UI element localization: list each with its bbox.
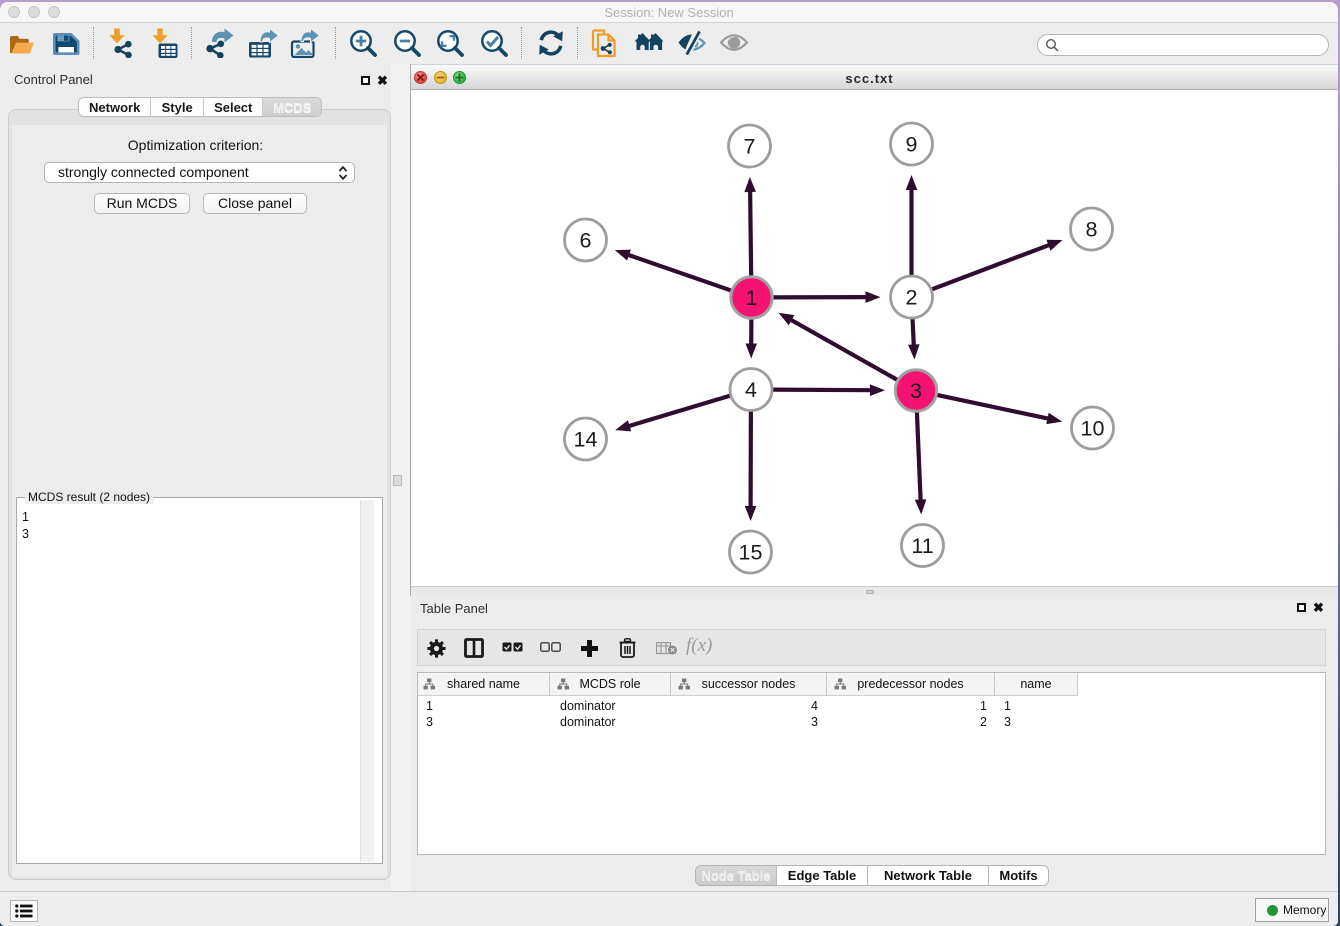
svg-text:15: 15 — [739, 541, 763, 565]
svg-text:3: 3 — [910, 379, 922, 403]
svg-text:6: 6 — [580, 229, 592, 253]
svg-text:11: 11 — [911, 534, 933, 558]
svg-text:4: 4 — [745, 378, 757, 402]
svg-text:8: 8 — [1086, 218, 1098, 242]
svg-text:1: 1 — [746, 286, 758, 310]
svg-text:14: 14 — [574, 428, 598, 452]
svg-text:9: 9 — [906, 133, 918, 157]
svg-text:10: 10 — [1081, 417, 1105, 441]
svg-text:7: 7 — [744, 135, 756, 159]
svg-text:2: 2 — [906, 286, 918, 310]
